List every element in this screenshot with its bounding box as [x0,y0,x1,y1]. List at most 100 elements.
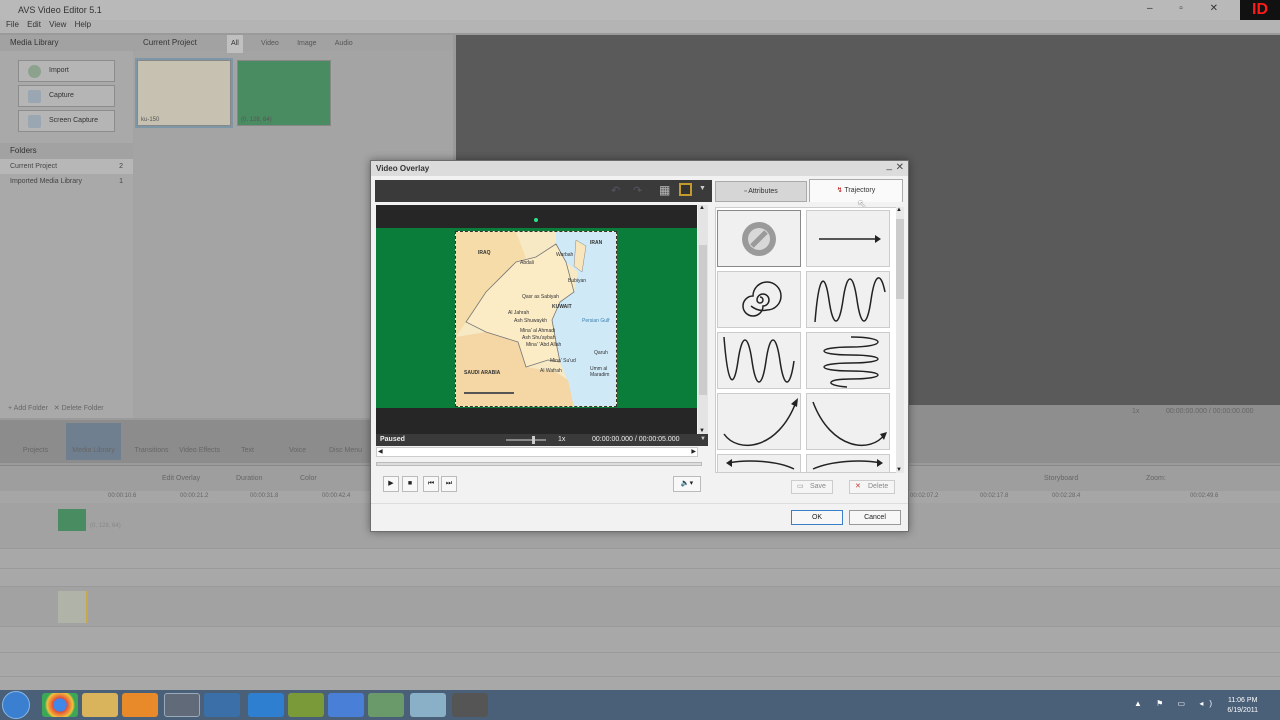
edit-overlay-button[interactable]: Edit Overlay [162,475,200,482]
trajectory-spiral[interactable] [717,271,801,328]
wave-vertical-icon [814,277,886,323]
main-speed: 1x [1132,408,1140,415]
color-button[interactable]: Color [300,475,317,482]
duration-button[interactable]: Duration [236,475,262,482]
next-frame-button[interactable]: ⏭ [441,476,457,492]
app-tr-icon[interactable] [204,693,240,717]
trajectory-loop-horizontal[interactable] [806,332,890,389]
folder-current-project[interactable]: Current Project 2 [0,159,133,174]
chrome-icon[interactable] [42,693,78,717]
add-folder-button[interactable]: + Add Folder ✕ Delete Folder [8,404,104,412]
tab-video[interactable]: Video [261,36,279,52]
chevron-up-icon[interactable]: ▲ [896,207,902,213]
seek-bar[interactable] [376,462,702,466]
tab-image[interactable]: Image [297,36,316,52]
trajectory-none[interactable] [717,210,801,267]
rotate-handle[interactable] [534,218,538,222]
tool-projects[interactable]: Projects [8,423,63,460]
tab-audio[interactable]: Audio [335,36,353,52]
tool-media-library[interactable]: Media Library [66,423,121,460]
ruler-tick: 00:00:10.6 [108,493,137,499]
system-clock[interactable]: 11:06 PM 6/19/2011 [1227,696,1258,716]
green-clip[interactable] [58,509,86,531]
save-button[interactable]: ▭ Save [791,480,833,494]
volume-button[interactable]: 🔈▾ [673,476,701,492]
overlay-clip[interactable] [58,591,88,623]
ruler-tick: 00:02:49.6 [1190,493,1219,499]
stop-button[interactable]: ■ [402,476,418,492]
speed-slider-thumb[interactable] [532,436,535,444]
start-button[interactable] [2,691,30,719]
explorer-icon[interactable] [82,693,118,717]
chevron-left-icon[interactable]: ◀ [378,448,383,455]
import-button[interactable]: Import [18,60,115,82]
folder-imported-library[interactable]: Imported Media Library 1 [0,174,133,189]
chevron-down-icon[interactable]: ▼ [700,436,706,442]
chevron-down-icon[interactable]: ▼ [699,185,706,192]
tool-video-effects[interactable]: Video Effects [172,423,227,460]
trajectory-arrow-left[interactable] [717,454,801,472]
preview-horizontal-scrollbar[interactable]: ◀ ▶ [376,447,698,457]
map-label: KUWAIT [552,304,572,310]
preview-vertical-scrollbar[interactable]: ▲ ▼ [698,205,708,434]
grid-icon[interactable]: ▦ [659,183,670,197]
tab-attributes[interactable]: ▫ Attributes [715,181,807,202]
trajectory-straight-line[interactable] [806,210,890,267]
delete-button[interactable]: ✕ Delete [849,480,896,494]
screen-capture-button[interactable]: Screen Capture [18,110,115,132]
system-tray[interactable]: ▲ ⚑ ▭ ◂) [1134,699,1218,708]
window-controls[interactable]: – ▫ ✕ [1147,3,1230,14]
chevron-up-icon[interactable]: ▲ [699,205,705,211]
prev-frame-button[interactable]: ⏮ [423,476,439,492]
close-icon[interactable]: ✕ [896,162,904,173]
project-thumb-map[interactable]: ku-150 [135,58,233,128]
trajectory-curve-down[interactable] [806,393,890,450]
trajectory-scrollbar[interactable]: ▲ ▼ [896,207,904,473]
undo-icon[interactable]: ↶ [611,184,620,197]
tool-transitions[interactable]: Transitions [124,423,179,460]
storyboard-button[interactable]: Storyboard [1044,475,1078,482]
menu-edit[interactable]: Edit [27,20,41,29]
tool-voice[interactable]: Voice [270,423,325,460]
ruler-tick: 00:00:31.8 [250,493,279,499]
redo-icon[interactable]: ↷ [633,184,642,197]
menu-view[interactable]: View [49,20,66,29]
curve-up-icon [723,398,798,447]
capture-button[interactable]: Capture [18,85,115,107]
aspect-icon[interactable] [679,183,692,196]
cancel-button[interactable]: Cancel [849,510,901,525]
tool-disc-menu[interactable]: Disc Menu [318,423,373,460]
app-note-icon[interactable] [410,693,446,717]
app-figure-icon[interactable] [328,693,364,717]
app-puzzle-icon[interactable] [368,693,404,717]
media-player-icon[interactable] [122,693,158,717]
video-editor-icon[interactable] [164,693,200,717]
chevron-down-icon[interactable]: ▼ [896,467,902,473]
trajectory-zigzag[interactable] [717,332,801,389]
speed-slider[interactable] [506,439,546,441]
curve-down-icon [812,401,887,447]
scroll-thumb[interactable] [699,245,707,395]
minimize-icon[interactable]: _ [886,160,892,171]
map-label: SAUDI ARABIA [464,370,501,376]
ok-button[interactable]: OK [791,510,843,525]
play-button[interactable]: ▶ [383,476,399,492]
menu-help[interactable]: Help [75,20,91,29]
trajectory-arrow-right[interactable] [806,454,890,472]
chevron-right-icon[interactable]: ▶ [691,448,696,455]
app-e-icon[interactable] [248,693,284,717]
trajectory-curve-up[interactable] [717,393,801,450]
tool-text[interactable]: Text [220,423,275,460]
tab-all[interactable]: All [227,35,243,53]
tab-trajectory[interactable]: ↯ Trajectory [809,179,903,202]
project-thumb-green[interactable]: (0, 128, 64) [237,60,331,126]
trajectory-wave-vertical[interactable] [806,271,890,328]
filter-tabs: All Video Image Audio [227,35,369,53]
menu-file[interactable]: File [6,20,19,29]
dialog-title: Video Overlay [371,161,908,176]
save-icon: ▭ [797,483,804,490]
kuwait-map-overlay[interactable]: IRAN IRAQ Abdali Warbah Bubiyan Qasr as … [455,231,617,407]
app-monitor-icon[interactable] [452,693,488,717]
app-bird-icon[interactable] [288,693,324,717]
scroll-thumb[interactable] [896,219,904,299]
